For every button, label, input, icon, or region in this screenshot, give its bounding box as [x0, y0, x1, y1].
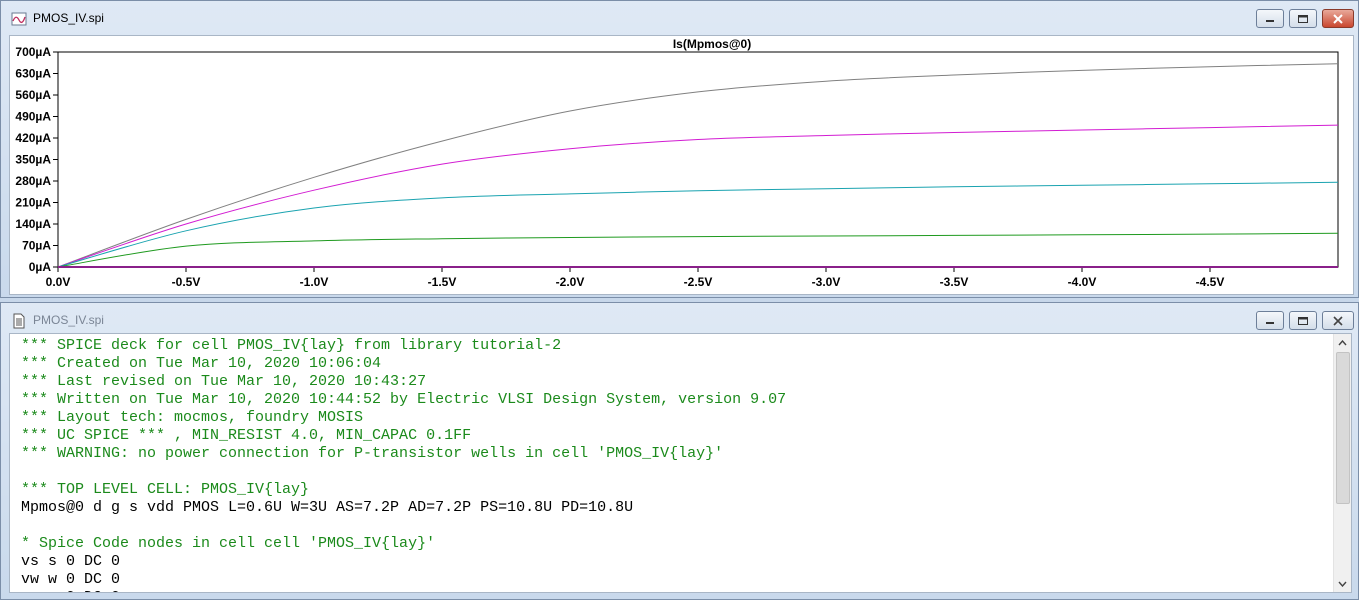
maximize-button[interactable]	[1289, 9, 1317, 28]
netlist-line: Mpmos@0 d g s vdd PMOS L=0.6U W=3U AS=7.…	[21, 499, 634, 516]
close-button[interactable]	[1322, 9, 1354, 28]
plot-pane[interactable]: Is(Mpmos@0) 0µA 70µA 140µA 210µA 280µA 350µA 42…	[9, 35, 1354, 295]
netlist-line: vg g 0 DC 0	[21, 589, 786, 592]
y-tick-label: 630µA	[15, 67, 51, 81]
netlist-line: *** Last revised on Tue Mar 10, 2020 10:…	[21, 373, 427, 390]
minimize-icon	[1266, 321, 1274, 324]
netlist-line: *** WARNING: no power connection for P-t…	[21, 445, 724, 462]
y-tick-label: 210µA	[15, 196, 51, 210]
netlist-line: vs s 0 DC 0	[21, 553, 121, 570]
window-title: PMOS_IV.spi	[33, 313, 104, 327]
netlist-window: PMOS_IV.spi *** SPICE deck for cell PMOS…	[0, 302, 1359, 600]
series-line-2	[57, 124, 1339, 268]
y-tick-label: 490µA	[15, 110, 51, 124]
close-icon	[1333, 13, 1343, 24]
x-tick-label: -2.0V	[556, 275, 585, 289]
y-tick-label: 280µA	[15, 174, 51, 188]
close-icon	[1333, 315, 1343, 326]
netlist-line	[21, 517, 786, 535]
netlist-lines[interactable]: *** SPICE deck for cell PMOS_IV{lay} fro…	[21, 337, 787, 592]
chevron-up-icon	[1338, 339, 1347, 345]
netlist-line	[21, 463, 786, 481]
maximize-button[interactable]	[1289, 311, 1317, 330]
netlist-titlebar[interactable]: PMOS_IV.spi	[1, 303, 1358, 337]
netlist-line: *** Written on Tue Mar 10, 2020 10:44:52…	[21, 391, 787, 408]
netlist-line: *** SPICE deck for cell PMOS_IV{lay} fro…	[21, 337, 562, 354]
waveform-window: PMOS_IV.spi Is(Mpmos@0) 0µA 70µA 140µA 210µA…	[0, 0, 1359, 298]
series-line-4	[57, 232, 1339, 268]
x-tick-label: -1.0V	[300, 275, 329, 289]
y-tick-label: 140µA	[15, 217, 51, 231]
maximize-icon	[1298, 316, 1308, 325]
window-title: PMOS_IV.spi	[33, 11, 104, 25]
maximize-icon	[1298, 14, 1308, 23]
x-tick-label: -3.5V	[940, 275, 969, 289]
document-icon	[13, 313, 25, 329]
series-line-3	[57, 181, 1339, 268]
x-tick-label: 0.0V	[46, 275, 71, 289]
netlist-line: *** Created on Tue Mar 10, 2020 10:06:04	[21, 355, 382, 372]
netlist-line: vw w 0 DC 0	[21, 571, 121, 588]
waveform-titlebar[interactable]: PMOS_IV.spi	[1, 1, 1358, 35]
minimize-button[interactable]	[1256, 311, 1284, 330]
netlist-line: * Spice Code nodes in cell cell 'PMOS_IV…	[21, 535, 436, 552]
x-tick-label: -4.5V	[1196, 275, 1225, 289]
netlist-line: *** UC SPICE *** , MIN_RESIST 4.0, MIN_C…	[21, 427, 472, 444]
chevron-down-icon	[1338, 581, 1347, 587]
scrollbar-thumb[interactable]	[1336, 352, 1350, 504]
x-tick-label: -4.0V	[1068, 275, 1097, 289]
minimize-button[interactable]	[1256, 9, 1284, 28]
scroll-down-button[interactable]	[1334, 575, 1351, 592]
x-tick-label: -3.0V	[812, 275, 841, 289]
y-tick-label: 0µA	[29, 260, 52, 274]
netlist-line: *** Layout tech: mocmos, foundry MOSIS	[21, 409, 364, 426]
x-tick-label: -2.5V	[684, 275, 713, 289]
y-tick-label: 70µA	[22, 239, 51, 253]
netlist-line: *** TOP LEVEL CELL: PMOS_IV{lay}	[21, 481, 310, 498]
chart-title: Is(Mpmos@0)	[673, 37, 751, 51]
y-tick-label: 350µA	[15, 153, 51, 167]
iv-chart[interactable]: Is(Mpmos@0) 0µA 70µA 140µA 210µA 280µA 350µA 42…	[10, 36, 1353, 294]
x-tick-label: -1.5V	[428, 275, 457, 289]
y-tick-label: 560µA	[15, 88, 51, 102]
vertical-scrollbar[interactable]	[1333, 334, 1351, 592]
y-tick-label: 420µA	[15, 131, 51, 145]
y-tick-label: 700µA	[15, 45, 51, 59]
x-tick-label: -0.5V	[172, 275, 201, 289]
scroll-up-button[interactable]	[1334, 334, 1351, 351]
close-button[interactable]	[1322, 311, 1354, 330]
waveform-icon	[11, 12, 27, 26]
netlist-text-area[interactable]: *** SPICE deck for cell PMOS_IV{lay} fro…	[9, 333, 1352, 593]
minimize-icon	[1266, 19, 1274, 22]
